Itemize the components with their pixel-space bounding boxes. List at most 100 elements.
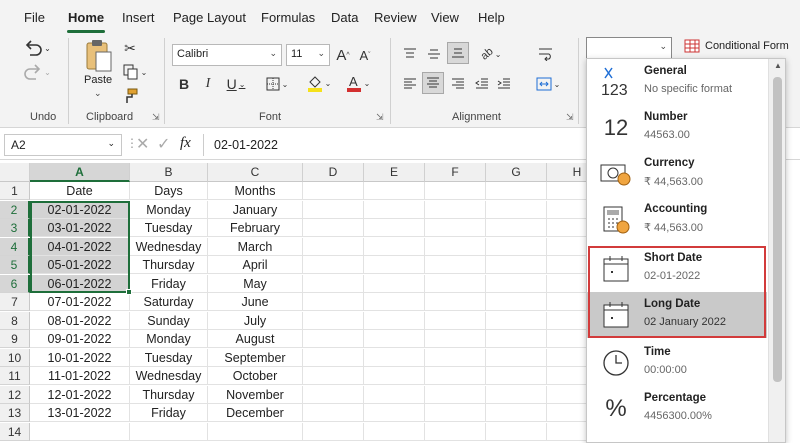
cell[interactable] — [425, 182, 486, 200]
cell[interactable]: 08-01-2022 — [30, 311, 130, 330]
menu-insert[interactable]: Insert — [122, 10, 155, 25]
format-painter-icon[interactable] — [120, 86, 140, 106]
row-header[interactable]: 3 — [0, 219, 30, 237]
decrease-indent-icon[interactable] — [472, 74, 492, 94]
cell[interactable] — [364, 367, 425, 385]
cell[interactable] — [425, 367, 486, 385]
cell[interactable]: Saturday — [130, 293, 208, 311]
cell[interactable] — [303, 311, 364, 330]
dialog-launcher-icon[interactable]: ⇲ — [152, 112, 160, 123]
copy-icon[interactable]: ⌄ — [120, 62, 150, 82]
cell[interactable] — [425, 404, 486, 422]
format-option-accounting[interactable]: Accounting ₹ 44,563.00 — [587, 197, 767, 243]
cell[interactable] — [303, 237, 364, 256]
menu-formulas[interactable]: Formulas — [261, 10, 315, 25]
cell[interactable]: Wednesday — [130, 237, 208, 256]
fill-color-icon[interactable]: ⌄ — [304, 72, 334, 94]
cell[interactable]: December — [208, 404, 303, 422]
align-top-icon[interactable] — [400, 44, 420, 64]
cancel-icon[interactable]: ✕ — [136, 134, 149, 154]
increase-indent-icon[interactable] — [494, 74, 514, 94]
cell[interactable] — [303, 182, 364, 200]
enter-icon[interactable]: ✓ — [157, 134, 170, 154]
cell[interactable] — [364, 200, 425, 219]
row-header[interactable]: 7 — [0, 293, 30, 311]
menu-view[interactable]: View — [431, 10, 459, 25]
cell[interactable] — [303, 385, 364, 404]
cell[interactable] — [303, 367, 364, 385]
cell[interactable] — [486, 311, 547, 330]
cell[interactable] — [486, 219, 547, 237]
cell[interactable] — [486, 367, 547, 385]
cell[interactable] — [486, 422, 547, 441]
cell[interactable]: Wednesday — [130, 367, 208, 385]
cell[interactable] — [486, 274, 547, 293]
format-option-time[interactable]: Time 00:00:00 — [587, 340, 767, 386]
orientation-icon[interactable]: ab ⌄ — [474, 44, 508, 64]
cell[interactable]: Months — [208, 182, 303, 200]
cell[interactable]: Friday — [130, 274, 208, 293]
cell[interactable] — [208, 422, 303, 441]
cell[interactable]: March — [208, 237, 303, 256]
chevron-down-icon[interactable]: ⌄ — [94, 88, 102, 99]
cell[interactable] — [425, 293, 486, 311]
cell[interactable]: October — [208, 367, 303, 385]
cell[interactable] — [425, 200, 486, 219]
cell[interactable] — [364, 274, 425, 293]
format-option-currency[interactable]: Currency ₹ 44,563.00 — [587, 151, 767, 197]
name-box[interactable]: A2 ⌄ — [4, 134, 122, 156]
cell[interactable]: Tuesday — [130, 219, 208, 237]
cell[interactable] — [425, 348, 486, 367]
cell[interactable]: 09-01-2022 — [30, 330, 130, 348]
bold-icon[interactable]: B — [175, 74, 193, 94]
insert-function-icon[interactable]: fx — [180, 135, 191, 152]
menu-home[interactable]: Home — [68, 10, 104, 25]
cell[interactable] — [130, 422, 208, 441]
cell[interactable]: 13-01-2022 — [30, 404, 130, 422]
cell[interactable]: Friday — [130, 404, 208, 422]
cell[interactable] — [364, 237, 425, 256]
cell[interactable]: April — [208, 256, 303, 274]
cell[interactable] — [303, 422, 364, 441]
cell[interactable]: 05-01-2022 — [30, 256, 130, 274]
align-middle-icon[interactable] — [424, 44, 444, 64]
cell[interactable] — [303, 274, 364, 293]
cell[interactable] — [364, 385, 425, 404]
cell[interactable] — [425, 274, 486, 293]
format-option-number[interactable]: 12 Number 44563.00 — [587, 105, 767, 151]
align-center-icon[interactable] — [422, 72, 444, 94]
column-header-a[interactable]: A — [30, 163, 130, 182]
column-header-d[interactable]: D — [303, 163, 364, 182]
cell[interactable] — [486, 200, 547, 219]
cell[interactable] — [364, 330, 425, 348]
row-header[interactable]: 1 — [0, 182, 30, 200]
menu-help[interactable]: Help — [478, 10, 505, 25]
cell[interactable]: 04-01-2022 — [30, 237, 130, 256]
row-header[interactable]: 9 — [0, 330, 30, 348]
cell[interactable] — [30, 422, 130, 441]
cell[interactable]: January — [208, 200, 303, 219]
column-header-e[interactable]: E — [364, 163, 425, 182]
cell[interactable] — [303, 293, 364, 311]
scrollbar-thumb[interactable] — [773, 77, 782, 382]
cell[interactable] — [364, 293, 425, 311]
cell[interactable] — [425, 256, 486, 274]
menu-review[interactable]: Review — [374, 10, 417, 25]
row-header[interactable]: 6 — [0, 274, 30, 293]
cell[interactable] — [364, 219, 425, 237]
cell[interactable] — [303, 219, 364, 237]
cell[interactable]: Thursday — [130, 385, 208, 404]
cell[interactable]: 03-01-2022 — [30, 219, 130, 237]
paste-label[interactable]: Paste — [84, 74, 112, 86]
cell[interactable] — [486, 404, 547, 422]
cell[interactable]: May — [208, 274, 303, 293]
merge-center-icon[interactable]: ⌄ — [532, 74, 564, 94]
cell[interactable] — [425, 311, 486, 330]
select-all-corner[interactable] — [0, 163, 30, 182]
row-header[interactable]: 4 — [0, 237, 30, 256]
cell[interactable]: July — [208, 311, 303, 330]
cell[interactable]: February — [208, 219, 303, 237]
cut-icon[interactable]: ✂ — [120, 38, 140, 58]
align-right-icon[interactable] — [448, 74, 468, 94]
italic-icon[interactable]: I — [199, 74, 217, 94]
